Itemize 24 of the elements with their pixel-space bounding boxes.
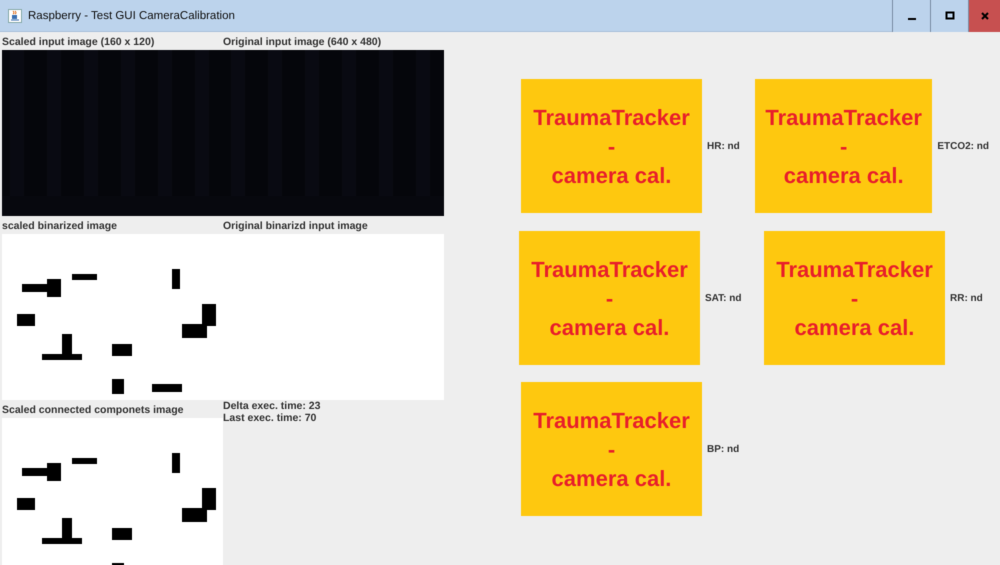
exec-time-label: Delta exec. time: 23 bbox=[223, 400, 322, 412]
panel-label: Original binarizd input image bbox=[223, 220, 368, 232]
maximize-button[interactable] bbox=[930, 0, 968, 32]
maximize-icon bbox=[944, 10, 954, 20]
vital-reading: RR: nd bbox=[950, 292, 983, 304]
vital-reading: HR: nd bbox=[707, 140, 740, 152]
tile-title: TraumaTracker - camera cal. bbox=[533, 104, 690, 190]
tile-title: TraumaTracker - camera cal. bbox=[765, 104, 922, 190]
tile-title: TraumaTracker - camera cal. bbox=[531, 256, 688, 342]
exec-time-label: Last exec. time: 70 bbox=[223, 412, 318, 424]
close-button[interactable] bbox=[968, 0, 1000, 32]
vital-reading: ETCO2: nd bbox=[937, 140, 989, 152]
vital-reading: BP: nd bbox=[707, 444, 740, 454]
tile-title: TraumaTracker - camera cal. bbox=[533, 406, 690, 492]
window-title: Raspberry - Test GUI CameraCalibration bbox=[28, 10, 235, 22]
panel-label: Original input image (640 x 480) bbox=[223, 36, 382, 48]
panel-label: scaled binarized image bbox=[2, 220, 117, 232]
cup-icon bbox=[8, 8, 22, 22]
vital-reading: SAT: nd bbox=[705, 292, 742, 304]
tile-title: TraumaTracker - camera cal. bbox=[776, 256, 933, 342]
minimize-icon bbox=[908, 18, 916, 20]
close-icon bbox=[980, 10, 990, 20]
panel-label: Scaled connected componets image bbox=[2, 404, 184, 416]
panel-label: Scaled input image (160 x 120) bbox=[2, 36, 154, 48]
